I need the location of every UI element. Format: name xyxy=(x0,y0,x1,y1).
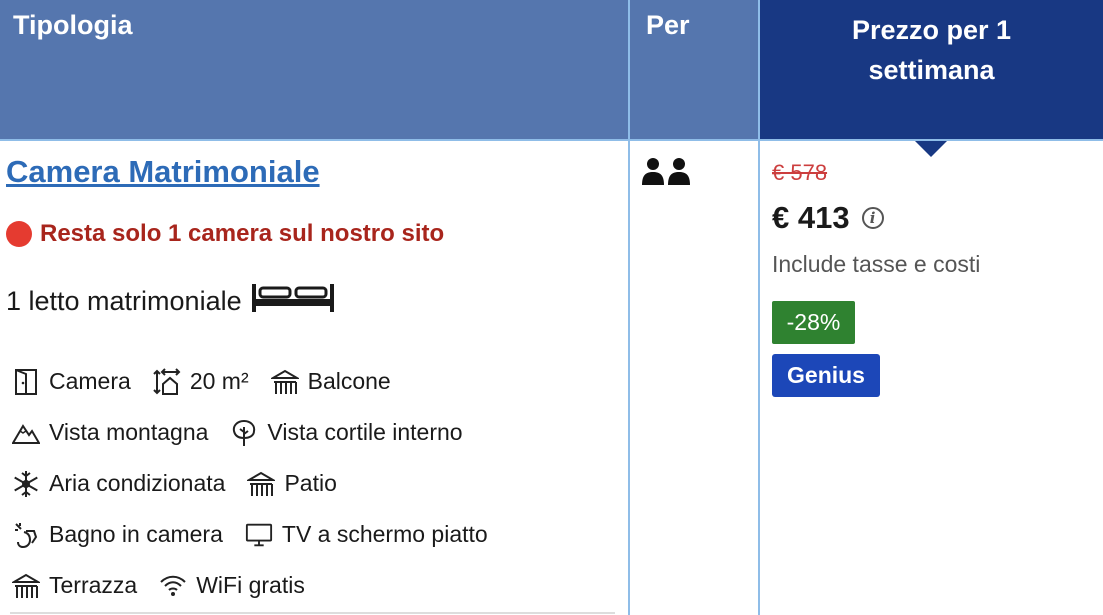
discount-badge: -28% xyxy=(772,301,855,344)
facility-label: Patio xyxy=(284,470,337,496)
column-header-per: Per xyxy=(630,0,758,139)
facility-item: Bagno in camera xyxy=(12,521,223,549)
facility-item: Balcone xyxy=(270,368,391,396)
door-icon xyxy=(12,368,40,396)
info-icon[interactable]: i xyxy=(861,207,884,229)
facility-item: Vista montagna xyxy=(12,419,208,447)
facility-row: Aria condizionata Patio xyxy=(12,458,622,509)
area-icon xyxy=(153,367,181,396)
mountain-icon xyxy=(12,419,40,447)
bed-text: 1 letto matrimoniale xyxy=(6,286,242,316)
column-header-price: Prezzo per 1 settimana xyxy=(760,0,1103,139)
wifi-icon xyxy=(159,572,187,600)
facility-label: WiFi gratis xyxy=(196,572,305,598)
facility-label: Bagno in camera xyxy=(49,521,223,547)
balcony-icon xyxy=(270,368,299,396)
facilities-list: Camera 20 m² Balcone Vista montagna Vist… xyxy=(12,356,622,611)
patio-icon xyxy=(247,470,276,498)
tree-icon xyxy=(230,419,258,447)
column-header-per-label: Per xyxy=(646,10,690,40)
original-price: € 578 xyxy=(772,160,828,185)
row-divider xyxy=(10,612,615,614)
current-price-row: € 413 i xyxy=(772,200,884,236)
column-divider xyxy=(628,0,630,615)
room-name-link[interactable]: Camera Matrimoniale xyxy=(6,154,320,190)
facility-row: Bagno in camera TV a schermo piatto xyxy=(12,509,622,560)
bed-info: 1 letto matrimoniale xyxy=(6,282,336,321)
facility-item: Vista cortile interno xyxy=(230,419,463,447)
facility-label: Camera xyxy=(49,368,131,394)
facility-label: TV a schermo piatto xyxy=(281,521,488,547)
header-divider xyxy=(0,139,1103,141)
facility-label: Terrazza xyxy=(49,572,138,598)
shower-icon xyxy=(12,521,40,549)
snowflake-icon xyxy=(12,470,40,498)
red-dot-icon xyxy=(6,221,32,247)
facility-label: Balcone xyxy=(307,368,391,394)
facility-item: Camera xyxy=(12,368,131,396)
column-header-type-label: Tipologia xyxy=(13,10,133,40)
terrace-icon xyxy=(12,572,40,600)
facility-label: 20 m² xyxy=(189,368,249,394)
facility-item: WiFi gratis xyxy=(159,572,305,600)
facility-item: Terrazza xyxy=(12,572,137,600)
facility-item: Aria condizionata xyxy=(12,470,225,498)
facility-item: Patio xyxy=(247,470,337,498)
facility-label: Vista cortile interno xyxy=(267,419,463,445)
column-header-type: Tipologia xyxy=(0,0,628,139)
column-divider xyxy=(758,0,760,615)
facility-row: Terrazza WiFi gratis xyxy=(12,560,622,611)
facility-label: Aria condizionata xyxy=(49,470,226,496)
header-pointer xyxy=(913,139,949,157)
facility-item: 20 m² xyxy=(153,367,249,396)
two-persons-icon xyxy=(641,156,693,191)
facility-row: Camera 20 m² Balcone xyxy=(12,356,622,407)
taxes-note: Include tasse e costi xyxy=(772,251,981,277)
facility-item: TV a schermo piatto xyxy=(245,521,488,549)
facility-row: Vista montagna Vista cortile interno xyxy=(12,407,622,458)
column-header-price-label: Prezzo per 1 settimana xyxy=(851,15,1012,85)
current-price: € 413 xyxy=(772,200,850,235)
tv-icon xyxy=(245,521,273,549)
double-bed-icon xyxy=(242,282,336,321)
availability-warning-text: Resta solo 1 camera sul nostro sito xyxy=(40,220,445,247)
availability-warning: Resta solo 1 camera sul nostro sito xyxy=(6,220,444,248)
genius-badge: Genius xyxy=(772,354,880,397)
facility-label: Vista montagna xyxy=(49,419,209,445)
